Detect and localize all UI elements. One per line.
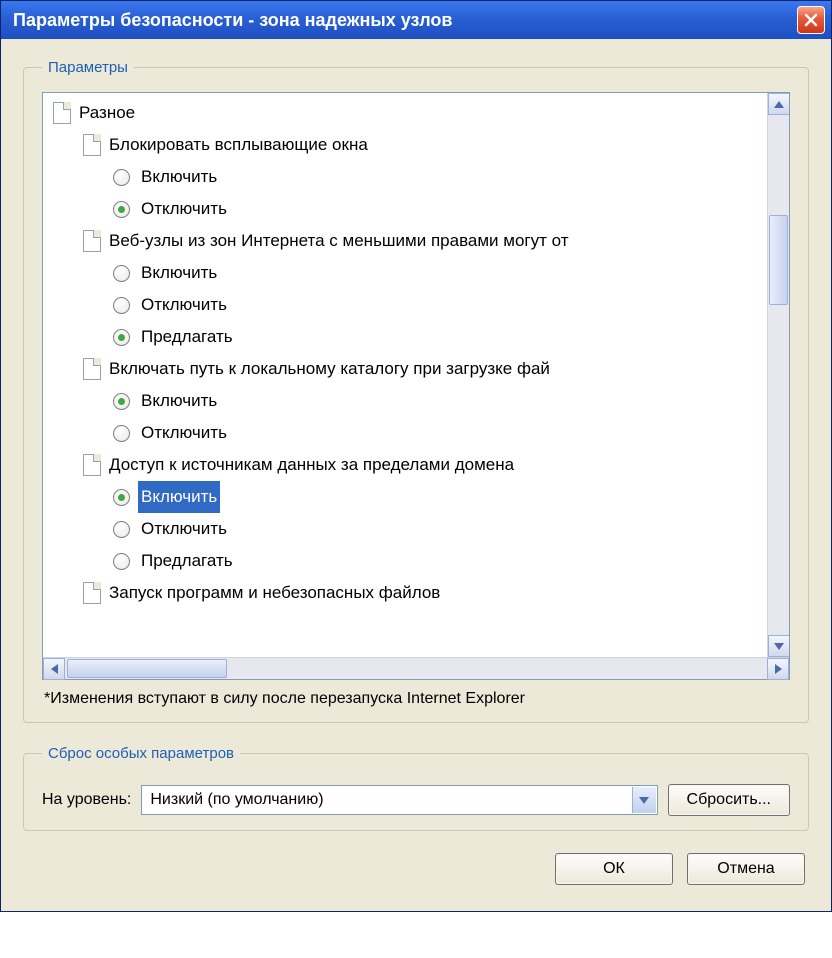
chevron-left-icon [51, 664, 58, 674]
reset-legend: Сброс особых параметров [42, 745, 240, 762]
settings-tree-container: РазноеБлокировать всплывающие окнаВключи… [42, 92, 790, 680]
page-icon [53, 102, 71, 124]
tree-option-label: Отключить [138, 513, 230, 545]
tree-category-label: Блокировать всплывающие окна [109, 129, 368, 161]
radio-icon[interactable] [113, 265, 130, 282]
tree-category[interactable]: Блокировать всплывающие окна [49, 129, 767, 161]
vscroll-track[interactable] [768, 115, 789, 635]
tree-option[interactable]: Отключить [49, 193, 767, 225]
page-icon [83, 134, 101, 156]
tree-category-label: Разное [79, 97, 135, 129]
tree-option[interactable]: Включить [49, 257, 767, 289]
reset-button[interactable]: Сбросить... [668, 784, 790, 816]
settings-tree[interactable]: РазноеБлокировать всплывающие окнаВключи… [43, 93, 767, 657]
tree-option[interactable]: Отключить [49, 289, 767, 321]
vscroll-thumb[interactable] [769, 215, 788, 305]
reset-group: Сброс особых параметров На уровень: Низк… [23, 745, 809, 831]
vertical-scrollbar[interactable] [767, 93, 789, 657]
tree-option-label: Отключить [138, 417, 230, 449]
dialog-window: Параметры безопасности - зона надежных у… [0, 0, 832, 912]
tree-category-label: Веб-узлы из зон Интернета с меньшими пра… [109, 225, 569, 257]
tree-option-label: Включить [138, 257, 220, 289]
page-icon [83, 358, 101, 380]
dialog-footer: ОК Отмена [23, 853, 809, 889]
close-button[interactable] [797, 6, 825, 34]
radio-icon[interactable] [113, 553, 130, 570]
tree-option[interactable]: Предлагать [49, 321, 767, 353]
radio-icon[interactable] [113, 297, 130, 314]
client-area: Параметры РазноеБлокировать всплывающие … [1, 39, 831, 911]
scroll-right-button[interactable] [767, 658, 789, 680]
radio-icon[interactable] [113, 521, 130, 538]
ok-button[interactable]: ОК [555, 853, 673, 885]
tree-category[interactable]: Запуск программ и небезопасных файлов [49, 577, 767, 609]
radio-icon[interactable] [113, 489, 130, 506]
chevron-down-icon [639, 797, 649, 804]
hscroll-thumb[interactable] [67, 659, 227, 678]
radio-icon[interactable] [113, 201, 130, 218]
tree-option-label: Предлагать [138, 321, 236, 353]
tree-option-label: Отключить [138, 193, 230, 225]
tree-option-label: Включить [138, 385, 220, 417]
page-icon [83, 230, 101, 252]
radio-icon[interactable] [113, 393, 130, 410]
tree-category-label: Запуск программ и небезопасных файлов [109, 577, 440, 609]
parameters-group: Параметры РазноеБлокировать всплывающие … [23, 59, 809, 723]
tree-category[interactable]: Разное [49, 97, 767, 129]
level-label: На уровень: [42, 791, 131, 809]
tree-option[interactable]: Отключить [49, 513, 767, 545]
restart-note: *Изменения вступают в силу после перезап… [44, 690, 790, 708]
page-icon [83, 582, 101, 604]
tree-option-label: Включить [138, 481, 220, 513]
parameters-legend: Параметры [42, 59, 134, 76]
tree-category-label: Включать путь к локальному каталогу при … [109, 353, 550, 385]
scroll-down-button[interactable] [768, 635, 789, 657]
tree-option-label: Отключить [138, 289, 230, 321]
tree-category-label: Доступ к источникам данных за пределами … [109, 449, 514, 481]
chevron-right-icon [775, 664, 782, 674]
window-title: Параметры безопасности - зона надежных у… [13, 10, 452, 31]
level-select-button[interactable] [632, 787, 656, 813]
tree-option[interactable]: Включить [49, 161, 767, 193]
tree-option[interactable]: Включить [49, 385, 767, 417]
reset-row: На уровень: Низкий (по умолчанию) Сброси… [42, 784, 790, 816]
radio-icon[interactable] [113, 169, 130, 186]
titlebar[interactable]: Параметры безопасности - зона надежных у… [1, 1, 831, 39]
tree-option[interactable]: Отключить [49, 417, 767, 449]
tree-category[interactable]: Включать путь к локальному каталогу при … [49, 353, 767, 385]
tree-option-label: Предлагать [138, 545, 236, 577]
scroll-up-button[interactable] [768, 93, 789, 115]
tree-category[interactable]: Доступ к источникам данных за пределами … [49, 449, 767, 481]
tree-option[interactable]: Включить [49, 481, 767, 513]
chevron-down-icon [774, 643, 784, 650]
tree-category[interactable]: Веб-узлы из зон Интернета с меньшими пра… [49, 225, 767, 257]
hscroll-track[interactable] [65, 658, 767, 679]
chevron-up-icon [774, 101, 784, 108]
close-icon [803, 12, 819, 28]
tree-option-label: Включить [138, 161, 220, 193]
horizontal-scrollbar[interactable] [43, 657, 789, 679]
scroll-left-button[interactable] [43, 658, 65, 680]
tree-option[interactable]: Предлагать [49, 545, 767, 577]
cancel-button[interactable]: Отмена [687, 853, 805, 885]
tree-scrollarea: РазноеБлокировать всплывающие окнаВключи… [43, 93, 789, 657]
level-select[interactable]: Низкий (по умолчанию) [141, 785, 657, 815]
radio-icon[interactable] [113, 425, 130, 442]
page-icon [83, 454, 101, 476]
radio-icon[interactable] [113, 329, 130, 346]
level-select-value: Низкий (по умолчанию) [150, 791, 323, 809]
